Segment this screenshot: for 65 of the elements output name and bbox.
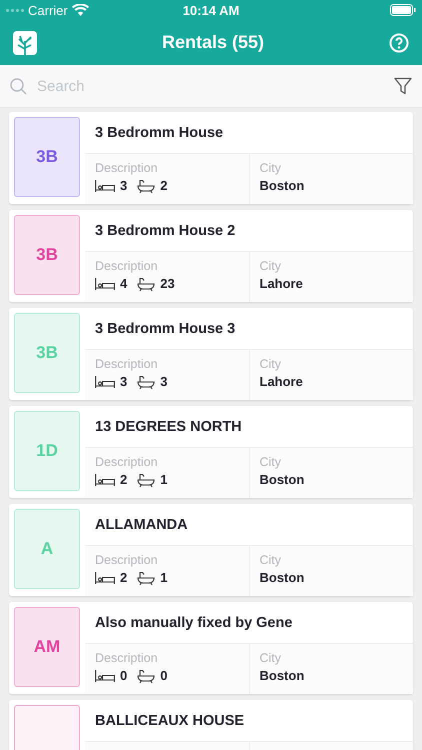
city-name: Boston [260,472,306,487]
field-label: Description [95,651,159,665]
bedroom-count: 2 [120,570,128,585]
bathtub-icon [137,668,156,682]
bathroom-count: 0 [160,668,168,683]
initials: 3B [36,245,58,265]
field-label: City [260,651,282,665]
field-label: Description [95,357,159,371]
field-label: City [260,455,282,469]
bedroom-count: 0 [120,668,128,683]
field-label: Description [95,161,159,175]
filter-icon[interactable] [394,77,412,95]
field-label: City [260,259,282,273]
bedroom-count: 3 [120,374,128,389]
rental-card[interactable]: 3B 3 Bedromm House 2 Description 4 23 City Lahore [9,210,413,302]
bathtub-icon [137,472,156,486]
city-name: Boston [260,570,306,585]
initials: 3B [36,147,58,167]
bed-icon [95,474,115,486]
screen-title: Rentals (55) [162,32,264,53]
carrier-name: Carrier [28,2,68,18]
city-name: Lahore [260,374,304,389]
bathroom-count: 1 [160,570,168,585]
rental-card[interactable]: BALLICEAUX HOUSE [9,700,413,750]
bathroom-count: 3 [160,374,168,389]
field-label: Description [95,259,159,273]
bedroom-count: 3 [120,178,128,193]
field-label: City [260,161,282,175]
clock-time: 10:14 AM [182,2,240,18]
initials: 3B [36,343,58,363]
bathroom-count: 1 [160,472,168,487]
city-name: Lahore [260,276,304,291]
rental-card[interactable]: 1D 13 DEGREES NORTH Description 2 1 City Boston [9,406,413,498]
field-label: Description [95,553,159,567]
field-label: City [260,553,282,567]
signal-icon [6,8,24,12]
tree-logo-icon[interactable] [13,30,37,54]
bathroom-count: 23 [160,276,175,291]
bed-icon [95,180,115,192]
initials: A [40,539,54,559]
bathroom-count: 2 [160,178,168,193]
wifi-icon [72,4,89,16]
city-name: Boston [260,178,306,193]
bed-icon [95,670,115,682]
bed-icon [95,376,115,388]
rental-card[interactable]: AM Also manually fixed by Gene Description 0 0 City Boston [9,602,413,694]
city-name: Boston [260,668,306,683]
help-icon[interactable] [388,32,409,52]
rental-card[interactable]: 3B 3 Bedromm House Description 3 2 City Boston [9,112,413,204]
field-label: Description [95,455,159,469]
search-icon [10,78,27,94]
initials: 1D [36,441,58,461]
battery-icon [390,4,416,16]
bathtub-icon [137,276,156,290]
field-label: City [260,357,282,371]
initials: AM [34,637,60,657]
bedroom-count: 2 [120,472,128,487]
rental-card[interactable]: A ALLAMANDA Description 2 1 City Boston [9,504,413,596]
rental-card[interactable]: 3B 3 Bedromm House 3 Description 3 3 City Lahore [9,308,413,400]
bedroom-count: 4 [120,276,128,291]
bathtub-icon [137,374,156,388]
bathtub-icon [137,178,156,192]
bed-icon [95,572,115,584]
bed-icon [95,278,115,290]
bathtub-icon [137,570,156,584]
